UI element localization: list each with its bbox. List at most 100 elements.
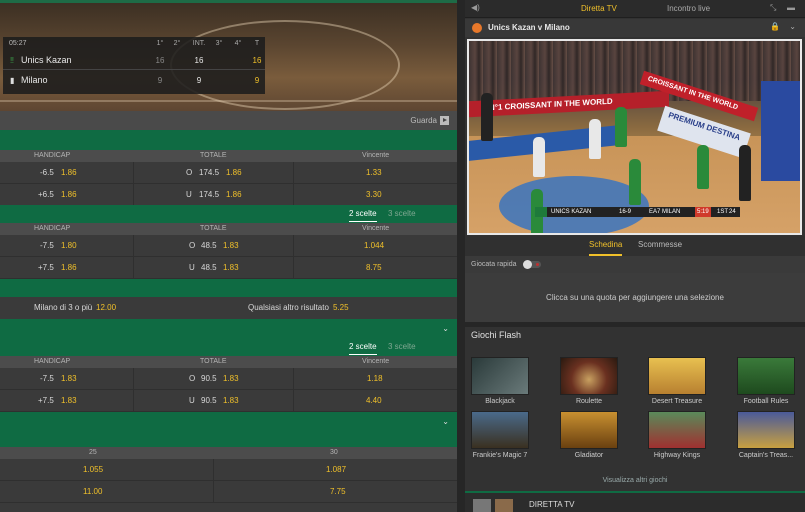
more-games-link[interactable]: Visualizza altri giochi	[465, 477, 805, 484]
total-cell[interactable]: O 174.5 1.86	[134, 162, 294, 183]
col-25: 25	[89, 449, 97, 456]
total-cell[interactable]: U 174.5 1.86	[134, 184, 294, 205]
handicap-cell[interactable]: -6.5 1.86	[0, 162, 134, 183]
winner-cell[interactable]: 1.18	[294, 368, 457, 389]
game-tile[interactable]: Gladiator	[559, 411, 619, 465]
handicap-cell[interactable]: -7.5 1.83	[0, 368, 134, 389]
total-cell[interactable]: U 90.5 1.83	[134, 390, 294, 411]
total-line: 174.5	[199, 190, 220, 199]
total-cell[interactable]: U 48.5 1.83	[134, 257, 294, 278]
market-header-bar[interactable]	[0, 130, 457, 150]
special-right-odd[interactable]: 5.25	[333, 297, 349, 319]
market-header-bar[interactable]: ⌄	[0, 319, 457, 338]
market-row	[0, 503, 457, 512]
winner-cell[interactable]: 3.30	[294, 184, 457, 205]
popout-icon[interactable]: ⤡	[770, 3, 776, 13]
special-left-odd[interactable]: 12.00	[96, 297, 116, 319]
game-tile[interactable]: Roulette	[559, 357, 619, 411]
chevron-down-icon[interactable]: ⌄	[789, 22, 796, 31]
market-header-bar[interactable]: ⌄	[0, 412, 457, 447]
market-header-bar[interactable]	[0, 279, 457, 297]
odds-value: 1.86	[226, 168, 242, 177]
odds-value: 1.18	[367, 374, 383, 383]
score-total: 16	[252, 56, 262, 65]
quick-bet-toggle[interactable]	[523, 260, 541, 269]
handicap-line: +7.5	[38, 396, 54, 405]
tab-2-choices[interactable]: 2 scelte	[349, 340, 377, 355]
winner-cell[interactable]: 1.33	[294, 162, 457, 183]
handicap-cell[interactable]: -7.5 1.80	[0, 235, 134, 256]
handicap-cell[interactable]: +7.5 1.83	[0, 390, 134, 411]
tv-thumbnail[interactable]	[495, 499, 513, 512]
special-left-label: Milano di 3 o più	[34, 303, 93, 312]
winner-cell[interactable]: 4.40	[294, 390, 457, 411]
tab-incontro-live[interactable]: Incontro live	[667, 0, 710, 18]
col-vincente: Vincente	[362, 358, 390, 365]
tv-tabs: ◀) Diretta TV Incontro live ⤡ ▬	[465, 0, 805, 18]
market-row: -6.5 1.86 O 174.5 1.86 1.33	[0, 162, 457, 184]
odds-cell[interactable]: 1.087	[214, 459, 457, 480]
tab-scommesse[interactable]: Scommesse	[638, 236, 682, 254]
quick-bet-label: Giocata rapida	[471, 261, 517, 268]
odds-cell[interactable]: 7.75	[214, 481, 457, 502]
game-tile[interactable]: Highway Kings	[647, 411, 707, 465]
play-icon	[440, 116, 449, 126]
handicap-cell[interactable]: +6.5 1.86	[0, 184, 134, 205]
lock-icon[interactable]: 🔒	[770, 22, 780, 31]
odds-value: 1.86	[61, 190, 77, 199]
video-score-bug: UNICS KAZAN 16-9 EA7 MILAN 5:19 1ST 24	[535, 207, 740, 217]
odds-value: 8.75	[366, 263, 382, 272]
total-side: O	[189, 241, 196, 250]
tv-thumbnail[interactable]	[473, 499, 491, 512]
odds-value: 1.86	[226, 190, 242, 199]
live-video[interactable]: N°1 CROISSANT IN THE WORLD CROISSANT IN …	[467, 39, 802, 235]
total-cell[interactable]: O 48.5 1.83	[134, 235, 294, 256]
choice-tabs: 2 scelte 3 scelte	[0, 338, 457, 356]
scoreboard: 05:27 1° 2° INT. 3° 4° T ‼ Unics Kazan 1…	[3, 37, 265, 94]
winner-cell[interactable]: 8.75	[294, 257, 457, 278]
tab-2-choices[interactable]: 2 scelte	[349, 207, 377, 222]
col-totale: TOTALE	[200, 358, 227, 365]
volume-icon[interactable]: ◀)	[471, 3, 480, 12]
game-tile[interactable]: Football Rules	[736, 357, 796, 411]
highway-kings-thumbnail	[648, 411, 706, 449]
game-tile[interactable]: Blackjack	[470, 357, 530, 411]
odds-value: 1.83	[223, 263, 239, 272]
market-column-headers: HANDICAP TOTALE Vincente	[0, 356, 457, 368]
market-column-headers: HANDICAP TOTALE Vincente	[0, 223, 457, 235]
collapse-icon[interactable]: ▬	[787, 3, 795, 12]
hero-top-line	[0, 0, 457, 3]
game-tile[interactable]: Desert Treasure	[647, 357, 707, 411]
game-name: Captain's Treas...	[738, 452, 794, 459]
odds-value: 1.83	[223, 241, 239, 250]
watch-bar: Guarda	[0, 111, 457, 130]
watch-button[interactable]: Guarda	[410, 111, 449, 130]
market-row: -7.5 1.80 O 48.5 1.83 1.044	[0, 235, 457, 257]
total-side: U	[186, 190, 192, 199]
total-cell[interactable]: O 90.5 1.83	[134, 368, 294, 389]
odds-value: 7.75	[330, 487, 346, 496]
market-column-headers: HANDICAP TOTALE Vincente	[0, 150, 457, 162]
video-period: 1ST	[717, 209, 729, 215]
total-side: U	[189, 396, 195, 405]
tab-diretta-tv[interactable]: Diretta TV	[581, 0, 617, 18]
handicap-cell[interactable]: +7.5 1.86	[0, 257, 134, 278]
col-handicap: HANDICAP	[34, 152, 71, 159]
match-hero: 05:27 1° 2° INT. 3° 4° T ‼ Unics Kazan 1…	[0, 0, 457, 111]
blackjack-thumbnail	[471, 357, 529, 395]
tab-schedina[interactable]: Schedina	[589, 236, 623, 256]
tab-3-choices[interactable]: 3 scelte	[388, 205, 416, 223]
game-tile[interactable]: Captain's Treas...	[736, 411, 796, 465]
winner-cell[interactable]: 1.044	[294, 235, 457, 256]
odds-cell[interactable]: 11.00	[0, 481, 214, 502]
odds-cell[interactable]: 1.055	[0, 459, 214, 480]
market-row: 11.00 7.75	[0, 481, 457, 503]
video-clock: 5:19	[695, 207, 711, 217]
game-tile[interactable]: Frankie's Magic 7	[470, 411, 530, 465]
team-shirt-icon: ‼	[10, 56, 14, 65]
odds-value: 1.83	[61, 374, 77, 383]
total-side: O	[186, 168, 193, 177]
tab-3-choices[interactable]: 3 scelte	[388, 338, 416, 356]
odds-value: 4.40	[366, 396, 382, 405]
col-30: 30	[330, 449, 338, 456]
